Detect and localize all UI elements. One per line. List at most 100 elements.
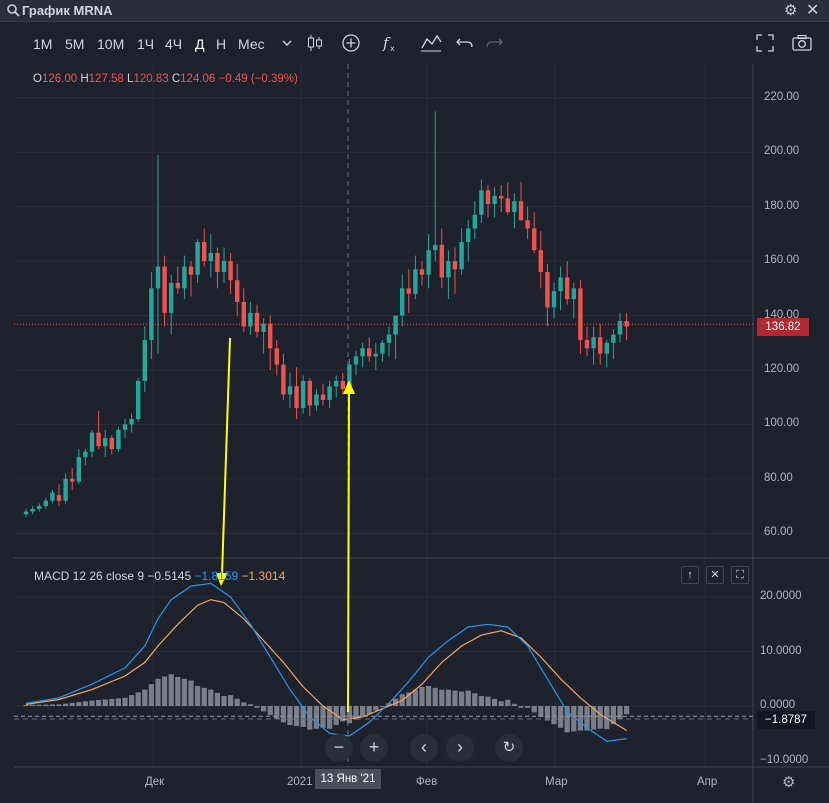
candle-body <box>89 432 95 452</box>
candle-body <box>353 356 359 365</box>
chevron-down-icon[interactable] <box>274 30 300 56</box>
redo-icon[interactable] <box>481 30 507 56</box>
candle-body <box>241 301 246 327</box>
candle-body <box>591 337 596 349</box>
chart-templates-icon[interactable] <box>418 30 444 56</box>
pane-maximize-button[interactable]: ⛶ <box>731 566 749 584</box>
macd-hist-bar <box>538 706 544 717</box>
timeframe-1m[interactable]: 1M <box>33 36 52 52</box>
candle-body <box>142 340 147 381</box>
add-circle-icon[interactable] <box>338 30 364 56</box>
candle-body <box>400 288 405 316</box>
macd-hist-bar <box>313 706 319 729</box>
search-icon[interactable] <box>6 3 20 17</box>
candles-icon[interactable] <box>302 30 328 56</box>
macd-hist-bar <box>525 706 531 708</box>
candle-body <box>235 280 240 302</box>
candle-body <box>565 277 570 300</box>
candle-body <box>136 380 141 419</box>
candle-body <box>103 438 108 447</box>
scroll-left-button[interactable]: ‹ <box>410 734 438 762</box>
zoom-out-button[interactable]: − <box>325 734 353 762</box>
candle-body <box>380 342 385 354</box>
scroll-right-button[interactable]: › <box>446 734 474 762</box>
timeframe-5m[interactable]: 5M <box>65 36 84 52</box>
fullscreen-icon[interactable] <box>752 30 778 56</box>
macd-hist-bar <box>439 689 445 706</box>
zoom-in-button[interactable]: + <box>360 734 388 762</box>
candle-body <box>538 250 543 272</box>
candle-body <box>274 348 279 365</box>
candle-body <box>261 323 266 332</box>
indicators-fx-icon[interactable]: f x <box>377 30 403 56</box>
macd-hist-bar <box>234 698 240 706</box>
candle-body <box>188 266 194 275</box>
candle-body <box>202 242 207 262</box>
timeframe-day[interactable]: Д <box>195 36 204 52</box>
pane-up-button[interactable]: ↑ <box>681 566 699 584</box>
candle-body <box>360 348 365 357</box>
macd-hist-bar <box>412 689 418 706</box>
gear-icon[interactable]: ⚙ <box>784 1 797 19</box>
close-value: 124.06 <box>180 73 216 85</box>
timeframe-10m[interactable]: 10M <box>97 36 124 52</box>
timeframe-4h[interactable]: 4Ч <box>165 36 182 52</box>
crosshair-date-tag: 13 Янв '21 <box>315 769 381 789</box>
macd-hist-bar <box>432 687 438 706</box>
macd-hist-bar <box>82 701 88 706</box>
chart-canvas[interactable] <box>0 64 829 803</box>
undo-icon[interactable] <box>452 30 478 56</box>
macd-legend: MACD 12 26 close 9 −0.5145 −1.8159 −1.30… <box>34 569 285 583</box>
macd-hist-bar <box>109 698 115 706</box>
candle-body <box>149 288 154 341</box>
last-price-tag: 136.82 <box>757 318 809 336</box>
candle-body <box>373 353 378 357</box>
macd-hist-bar <box>551 706 557 725</box>
reset-view-button[interactable]: ↻ <box>495 734 523 762</box>
axis-settings-icon[interactable]: ⚙ <box>782 773 795 791</box>
macd-line-value: −1.8159 <box>194 569 239 583</box>
candle-body <box>393 315 398 335</box>
macd-hist-bar <box>102 699 108 706</box>
macd-hist-bar <box>228 695 234 706</box>
macd-hist-bar <box>511 703 517 706</box>
timeframe-1h[interactable]: 1Ч <box>137 36 154 52</box>
pane-close-button[interactable]: ✕ <box>706 566 724 584</box>
high-value: 127.58 <box>88 73 124 85</box>
macd-hist-bar <box>452 690 458 706</box>
macd-hist-bar <box>56 704 62 706</box>
macd-hist-bar <box>201 687 207 706</box>
change-value: −0.49 (−0.39%) <box>218 73 298 85</box>
macd-hist-bar <box>485 696 491 706</box>
macd-hist-bar <box>254 706 260 708</box>
macd-hist-bar <box>558 706 564 728</box>
candle-body <box>129 419 134 425</box>
candle-body <box>96 432 101 447</box>
close-icon[interactable]: ✕ <box>806 0 819 20</box>
price-tick-label: 200.00 <box>764 145 800 158</box>
svg-text:x: x <box>390 44 395 53</box>
candle-body <box>83 451 88 458</box>
price-tick-label: 100.00 <box>764 417 800 430</box>
macd-hist-bar <box>274 706 280 719</box>
camera-icon[interactable] <box>789 30 815 56</box>
macd-hist-bar <box>135 692 141 706</box>
timeframe-month[interactable]: Мес <box>238 36 265 52</box>
price-tick-label: 80.00 <box>764 471 793 484</box>
timeframe-week[interactable]: Н <box>216 36 226 52</box>
macd-line <box>25 582 627 743</box>
candle-body <box>499 195 504 199</box>
macd-hist-bar <box>208 689 214 706</box>
macd-hist-bar <box>89 700 95 706</box>
macd-hist-bar <box>445 689 451 706</box>
macd-hist-bar <box>195 686 201 706</box>
macd-hist-bar <box>168 674 174 706</box>
macd-hist-bar <box>320 706 326 728</box>
time-tick-label: 2021 <box>287 776 313 788</box>
candle-body <box>43 500 48 507</box>
candle-body <box>63 478 68 501</box>
macd-hist-bar <box>478 696 484 706</box>
macd-hist-bar <box>155 678 161 706</box>
macd-hist-bar <box>23 704 29 706</box>
candle-body <box>485 190 491 204</box>
